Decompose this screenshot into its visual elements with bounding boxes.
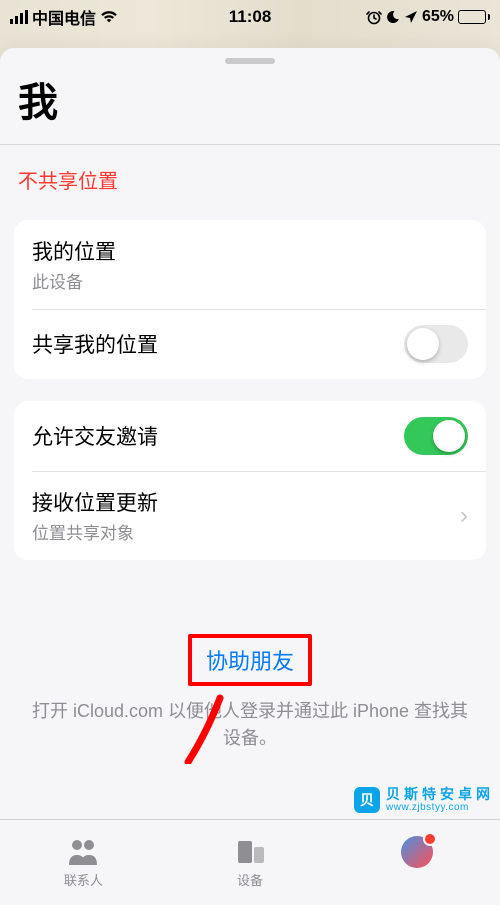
- location-group: 我的位置 此设备 共享我的位置: [14, 220, 486, 379]
- tab-devices[interactable]: 设备: [167, 820, 334, 905]
- annotation-highlight-box: 协助朋友: [188, 634, 312, 686]
- do-not-disturb-icon: [386, 10, 400, 24]
- my-location-cell[interactable]: 我的位置 此设备: [14, 220, 486, 309]
- watermark: 贝 贝斯特安卓网 www.zjbstyy.com: [354, 787, 494, 813]
- tab-me[interactable]: 我: [333, 820, 500, 905]
- me-sheet: 我 不共享位置 我的位置 此设备 共享我的位置 允许交友邀请 接收位置更新: [0, 48, 500, 905]
- wifi-icon: [100, 10, 118, 24]
- help-friend-link[interactable]: 协助朋友: [192, 638, 308, 682]
- tab-devices-label: 设备: [237, 870, 263, 889]
- share-my-location-title: 共享我的位置: [32, 329, 158, 359]
- not-sharing-label: 不共享位置: [0, 145, 500, 212]
- receive-location-updates-sub: 位置共享对象: [32, 519, 158, 544]
- allow-friend-request-switch[interactable]: [404, 417, 468, 455]
- watermark-logo-icon: 贝: [354, 787, 380, 813]
- battery-icon: [458, 10, 490, 24]
- location-arrow-icon: [404, 10, 418, 24]
- cellular-signal-icon: [10, 10, 28, 24]
- battery-percent: 65%: [422, 8, 454, 26]
- page-title: 我: [0, 64, 500, 144]
- allow-friend-request-cell: 允许交友邀请: [14, 401, 486, 471]
- status-bar: 中国电信 11:08 65%: [0, 0, 500, 30]
- my-location-title: 我的位置: [32, 236, 116, 266]
- help-friend-description: 打开 iCloud.com 以便他人登录并通过此 iPhone 查找其 设备。: [20, 698, 480, 752]
- watermark-url: www.zjbstyy.com: [386, 802, 494, 813]
- allow-friend-request-title: 允许交友邀请: [32, 421, 158, 451]
- receive-location-updates-cell[interactable]: 接收位置更新 位置共享对象 ›: [14, 471, 486, 560]
- status-time: 11:08: [229, 7, 272, 27]
- people-icon: [65, 837, 101, 867]
- devices-icon: [232, 837, 268, 867]
- my-location-sub: 此设备: [32, 268, 116, 293]
- notification-badge: [423, 832, 437, 846]
- alarm-icon: [366, 9, 382, 25]
- share-my-location-cell: 共享我的位置: [14, 309, 486, 379]
- me-avatar-icon: [401, 836, 433, 868]
- tab-people-label: 联系人: [64, 870, 103, 889]
- friend-group: 允许交友邀请 接收位置更新 位置共享对象 ›: [14, 401, 486, 560]
- tab-people[interactable]: 联系人: [0, 820, 167, 905]
- help-friend-section: 协助朋友 打开 iCloud.com 以便他人登录并通过此 iPhone 查找其…: [0, 634, 500, 752]
- carrier-label: 中国电信: [32, 5, 96, 29]
- watermark-name: 贝斯特安卓网: [386, 787, 494, 802]
- tab-bar: 联系人 设备 我: [0, 819, 500, 905]
- share-my-location-switch[interactable]: [404, 325, 468, 363]
- chevron-right-icon: ›: [460, 502, 468, 530]
- receive-location-updates-title: 接收位置更新: [32, 487, 158, 517]
